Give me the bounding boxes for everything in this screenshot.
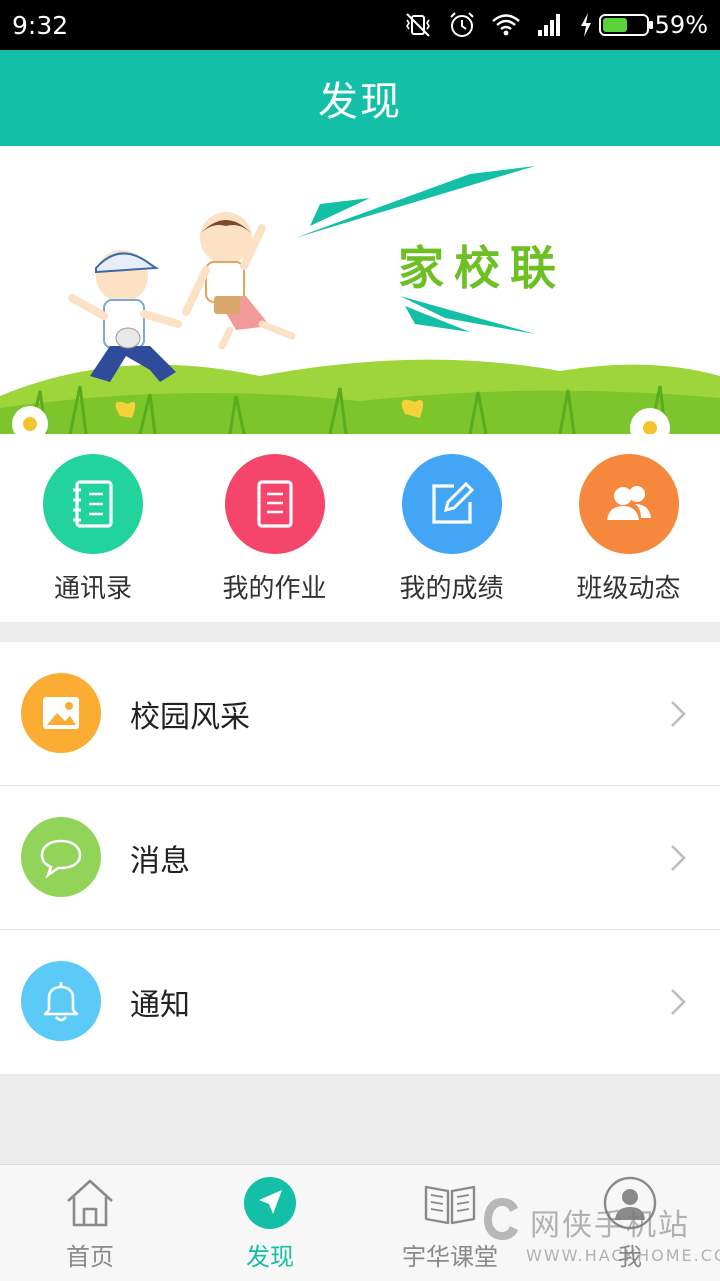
shortcut-grid: 通讯录 我的作业 我的成绩 班级动态	[0, 434, 720, 622]
bell-icon	[43, 982, 79, 1022]
banner-title: 家校联	[398, 241, 566, 295]
status-time: 9:32	[12, 10, 69, 40]
people-icon	[606, 486, 651, 520]
status-bar: 9:32 59%	[0, 0, 720, 50]
shortcut-label: 班级动态	[576, 574, 681, 604]
signal-icon	[537, 14, 560, 36]
edit-icon	[431, 481, 474, 524]
shortcut-contacts-circle	[43, 454, 143, 554]
charging-icon	[580, 13, 591, 37]
chat-bubble-icon	[40, 839, 82, 879]
shortcut-grades-circle	[401, 454, 502, 554]
page-title: 发现	[318, 79, 402, 125]
bottom-tab-bar: 首页 发现 宇华课堂 我	[0, 1164, 720, 1281]
document-icon	[256, 480, 293, 528]
page-title-bar: 发现	[0, 50, 720, 146]
menu-list: 校园风采 消息 通知	[0, 642, 720, 1074]
menu-item-label: 校园风采	[130, 699, 250, 735]
vibrate-off-icon	[405, 13, 430, 37]
shortcut-contacts[interactable]: 通讯录	[0, 434, 186, 622]
shortcut-grades[interactable]: 我的成绩	[363, 434, 540, 622]
menu-item-icon-circle	[21, 673, 101, 753]
shortcut-label: 通讯录	[53, 574, 132, 604]
shortcut-label: 我的作业	[222, 574, 327, 604]
shortcut-label: 我的成绩	[399, 574, 504, 604]
tab-classroom[interactable]: 宇华课堂	[360, 1165, 540, 1281]
banner-illustration	[0, 166, 720, 434]
status-icons: 59%	[403, 10, 708, 40]
menu-item-label: 通知	[130, 988, 190, 1023]
alarm-icon	[449, 12, 474, 37]
battery-icon	[598, 14, 653, 36]
notebook-icon	[73, 480, 113, 528]
tab-label: 宇华课堂	[402, 1243, 498, 1271]
battery: 59%	[579, 11, 708, 39]
compass-arrow-icon	[244, 1177, 296, 1229]
banner[interactable]: 家校联	[0, 146, 720, 434]
tab-me[interactable]: 我	[540, 1165, 720, 1281]
shortcut-class-news-circle	[578, 454, 679, 554]
tab-discover[interactable]: 发现	[180, 1165, 360, 1281]
chevron-right-icon	[671, 845, 686, 871]
chevron-right-icon	[671, 989, 686, 1015]
user-icon	[603, 1176, 657, 1230]
menu-item-icon-circle	[21, 961, 101, 1041]
shortcut-homework[interactable]: 我的作业	[186, 434, 363, 622]
menu-item-notices[interactable]: 通知	[0, 930, 720, 1074]
tab-label: 我	[618, 1243, 642, 1271]
menu-item-label: 消息	[130, 843, 190, 879]
tab-label: 首页	[66, 1243, 114, 1271]
shortcut-class-news[interactable]: 班级动态	[540, 434, 717, 622]
tab-home[interactable]: 首页	[0, 1165, 180, 1281]
book-icon	[424, 1185, 476, 1225]
menu-item-messages[interactable]: 消息	[0, 786, 720, 930]
tab-label: 发现	[246, 1243, 294, 1271]
menu-item-icon-circle	[21, 817, 101, 897]
battery-percent: 59%	[654, 11, 708, 39]
chevron-right-icon	[671, 701, 686, 727]
menu-item-campus[interactable]: 校园风采	[0, 642, 720, 786]
image-icon	[43, 697, 79, 729]
wifi-icon	[491, 14, 520, 36]
shortcut-homework-circle	[224, 454, 325, 554]
home-icon	[67, 1179, 113, 1227]
